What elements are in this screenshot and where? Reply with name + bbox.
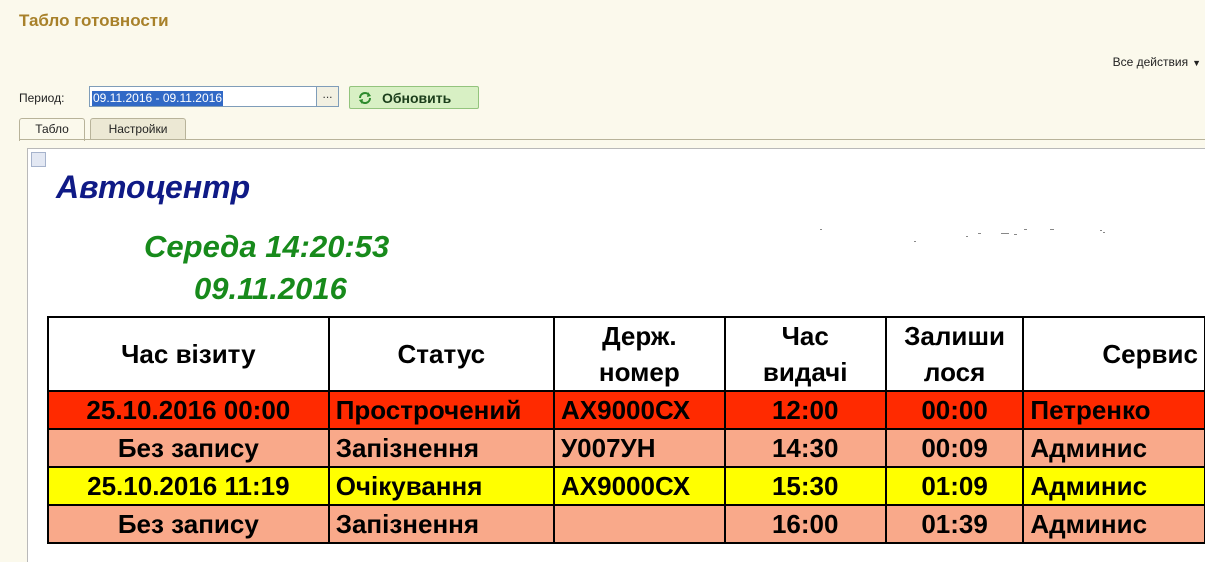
table-row: 25.10.2016 11:19 Очікування АХ9000СХ 15:… [47,466,1205,506]
table-row: Без запису Запізнення У007УН 14:30 00:09… [47,428,1205,468]
cell-service: Петренко [1022,390,1205,430]
refresh-button[interactable]: Обновить [349,86,479,109]
col-header-service: Сервис [1022,316,1205,392]
cell-visit-time: 25.10.2016 00:00 [47,390,330,430]
current-day-time: Середа 14:20:53 [144,229,390,264]
cell-visit-time: Без запису [47,428,330,468]
refresh-icon [356,91,374,105]
period-select-button[interactable]: ... [317,86,339,107]
cell-status: Очікування [327,466,555,506]
tab-divider [19,139,1205,140]
brand-title: Автоцентр [56,169,251,205]
cell-remaining: 00:09 [884,428,1025,468]
cell-remaining: 00:00 [884,390,1025,430]
table-header-row: Час візиту Статус Держ. номер Час видачі… [47,316,1205,392]
board-sheet: Автоцентр Середа 14:20:53 09.11.2016 Час… [27,148,1205,562]
cell-plate: АХ9000СХ [552,390,726,430]
cell-plate: АХ9000СХ [552,466,726,506]
col-header-issue-time: Час видачі [723,316,887,392]
table-row: Без запису Запізнення 16:00 01:39 Админи… [47,504,1205,544]
cell-status: Запізнення [327,428,555,468]
period-input[interactable]: 09.11.2016 - 09.11.2016 [89,86,317,107]
cell-service: Админис [1022,504,1205,544]
window-title: Табло готовности [19,11,169,30]
cell-plate [552,504,726,544]
current-date: 09.11.2016 [194,271,347,306]
cell-service: Админис [1022,466,1205,506]
cell-issue-time: 14:30 [723,428,887,468]
table-row: 25.10.2016 00:00 Прострочений АХ9000СХ 1… [47,390,1205,430]
cell-status: Прострочений [327,390,555,430]
refresh-label: Обновить [382,89,452,106]
cell-plate: У007УН [552,428,726,468]
period-value: 09.11.2016 - 09.11.2016 [92,91,223,106]
cell-issue-time: 16:00 [723,504,887,544]
col-header-status: Статус [327,316,555,392]
image-artifact-icon [820,229,1105,242]
readiness-table: Час візиту Статус Держ. номер Час видачі… [47,316,1205,544]
tab-settings[interactable]: Настройки [90,118,186,140]
all-actions-menu[interactable]: Все действия ▼ [1113,55,1201,69]
tab-board[interactable]: Табло [19,118,85,141]
cell-issue-time: 15:30 [723,466,887,506]
col-header-plate: Держ. номер [552,316,726,392]
cell-status: Запізнення [327,504,555,544]
sheet-corner-icon[interactable] [31,152,46,167]
cell-visit-time: Без запису [47,504,330,544]
all-actions-label: Все действия [1112,55,1189,69]
cell-remaining: 01:09 [884,466,1025,506]
cell-visit-time: 25.10.2016 11:19 [47,466,330,506]
chevron-down-icon: ▼ [1192,58,1201,68]
col-header-visit-time: Час візиту [47,316,330,392]
period-label: Период: [19,91,65,105]
col-header-remaining: Залиши лося [884,316,1025,392]
cell-issue-time: 12:00 [723,390,887,430]
cell-service: Админис [1022,428,1205,468]
cell-remaining: 01:39 [884,504,1025,544]
